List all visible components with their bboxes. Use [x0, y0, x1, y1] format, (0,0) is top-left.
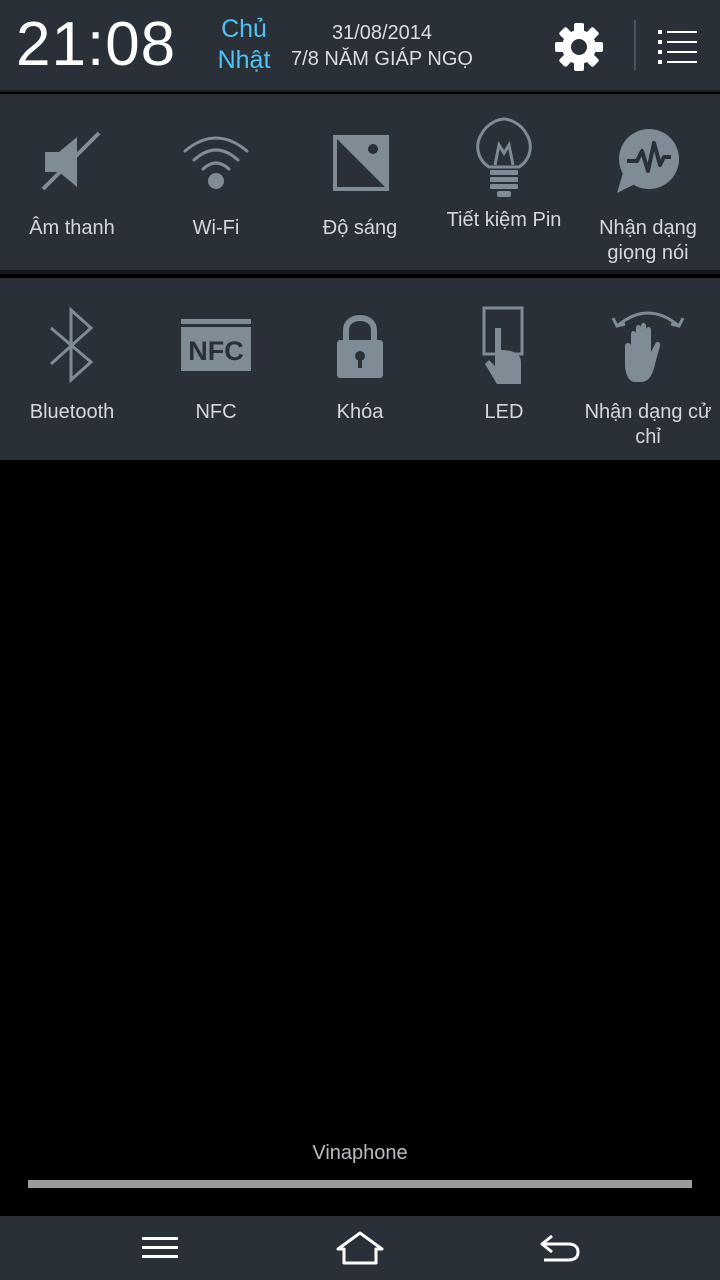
- tile-brightness[interactable]: Độ sáng: [288, 94, 432, 270]
- svg-text:NFC: NFC: [188, 336, 244, 366]
- header-divider: [634, 20, 636, 70]
- tile-label: NFC: [195, 401, 237, 423]
- day-line-2: Nhật: [217, 46, 271, 74]
- settings-button[interactable]: [548, 16, 610, 78]
- home-icon: [336, 1231, 384, 1265]
- tile-label: Bluetooth: [29, 401, 115, 423]
- nfc-icon: NFC: [181, 319, 251, 371]
- tile-bluetooth[interactable]: Bluetooth: [0, 278, 144, 460]
- home-button[interactable]: [320, 1224, 400, 1272]
- solar-date: 31/08/2014: [331, 22, 433, 44]
- tile-label: Wi-Fi: [192, 217, 240, 239]
- back-icon: [540, 1234, 580, 1262]
- menu-button[interactable]: [120, 1224, 200, 1272]
- edit-list-button[interactable]: [650, 18, 706, 74]
- bluetooth-icon: [49, 306, 94, 384]
- status-header: 21:08 Chủ Nhật 31/08/2014 7/8 NĂM GIÁP N…: [0, 0, 720, 92]
- tile-label: Nhận dạng giọng nói: [599, 217, 697, 264]
- gear-icon: [555, 23, 603, 71]
- tile-nfc[interactable]: NFC NFC: [144, 278, 288, 460]
- sound-muted-icon: [41, 131, 101, 191]
- wifi-icon: [183, 136, 249, 189]
- tile-battery-saver[interactable]: Tiết kiệm Pin: [432, 94, 576, 270]
- tile-label: Âm thanh: [29, 217, 115, 239]
- tile-label: Tiết kiệm Pin: [446, 209, 562, 231]
- tile-led[interactable]: LED: [432, 278, 576, 460]
- voice-recognition-icon: [617, 129, 679, 193]
- day-line-1: Chủ: [221, 15, 267, 43]
- tile-lock[interactable]: Khóa: [288, 278, 432, 460]
- lunar-date: 7/8 NĂM GIÁP NGỌ: [291, 48, 473, 70]
- tile-label: Khóa: [336, 401, 384, 423]
- tile-wifi[interactable]: Wi-Fi: [144, 94, 288, 270]
- tile-label: Độ sáng: [322, 217, 398, 239]
- clock: 21:08: [16, 10, 177, 79]
- quick-settings-row-1: Âm thanh Wi-Fi Độ sáng Tiết kiệm Pin Nhậ…: [0, 94, 720, 274]
- tile-label: LED: [484, 401, 524, 423]
- list-icon: [658, 30, 697, 64]
- brightness-icon: [333, 135, 389, 191]
- menu-icon: [142, 1237, 178, 1258]
- back-button[interactable]: [520, 1224, 600, 1272]
- day-of-week: Chủ Nhật: [210, 14, 278, 76]
- tile-gesture[interactable]: Nhận dạng cử chỉ: [576, 278, 720, 460]
- navigation-bar: [0, 1216, 720, 1280]
- tile-label: Nhận dạng cử chỉ: [584, 401, 712, 448]
- lightbulb-icon: [476, 117, 532, 197]
- carrier-label: Vinaphone: [312, 1142, 408, 1164]
- tile-sound[interactable]: Âm thanh: [0, 94, 144, 270]
- tile-voice-recognition[interactable]: Nhận dạng giọng nói: [576, 94, 720, 270]
- quick-settings-row-2: Bluetooth NFC NFC Khóa LED Nhận dạng cử …: [0, 278, 720, 460]
- led-touch-icon: [482, 306, 524, 384]
- drag-handle[interactable]: [28, 1180, 692, 1188]
- date-block: 31/08/2014 7/8 NĂM GIÁP NGỌ: [282, 20, 482, 72]
- gesture-icon: [611, 311, 685, 382]
- lock-icon: [337, 315, 383, 378]
